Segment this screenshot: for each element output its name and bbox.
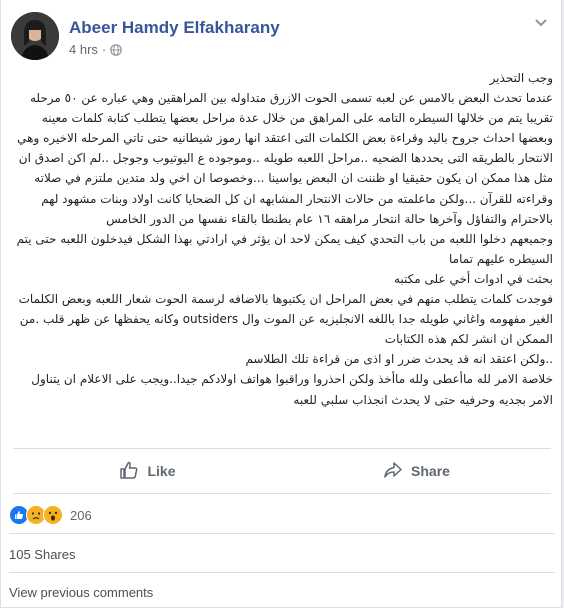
post-paragraph: وجميعهم دخلوا اللعبه من باب التحدي كيف ي… <box>16 231 553 266</box>
action-bar: Like Share <box>13 448 551 494</box>
divider <box>9 572 555 573</box>
post-header: Abeer Hamdy Elfakharany 4 hrs · <box>11 12 551 60</box>
post-paragraph: وجب التحذير <box>489 71 553 85</box>
author-name[interactable]: Abeer Hamdy Elfakharany <box>69 18 280 38</box>
share-arrow-icon <box>383 460 411 483</box>
like-label: Like <box>147 463 176 479</box>
post-paragraph: فوجدت كلمات يتطلب منهم في بعض المراحل ان… <box>18 292 553 347</box>
share-button[interactable]: Share <box>282 449 551 493</box>
post-paragraph: عندما تحدث البعض بالامس عن لعبه تسمى الح… <box>17 91 553 226</box>
chevron-down-icon[interactable] <box>531 12 551 32</box>
view-previous-comments-link[interactable]: View previous comments <box>9 585 153 600</box>
shares-count[interactable]: 105 Shares <box>9 547 76 562</box>
divider <box>9 533 555 534</box>
meta-separator: · <box>101 42 107 57</box>
reaction-summary[interactable]: 206 <box>9 505 92 525</box>
post-time[interactable]: 4 hrs <box>69 42 98 57</box>
post-paragraph: ..ولكن اعتقد انه قد يحدث ضرر او اذى من ق… <box>245 352 553 367</box>
post-card: Abeer Hamdy Elfakharany 4 hrs · وجب التح… <box>0 0 562 608</box>
share-label: Share <box>411 463 450 479</box>
post-paragraph: خلاصة الامر لله ماأعطى ولله ماأخذ ولكن ا… <box>31 372 553 407</box>
avatar[interactable] <box>11 12 59 60</box>
reaction-count[interactable]: 206 <box>70 508 92 523</box>
post-paragraph: بحثت في ادوات أخي على مكتبه <box>393 271 553 286</box>
thumbs-up-icon <box>119 460 147 483</box>
like-button[interactable]: Like <box>13 449 282 493</box>
wow-reaction-icon <box>43 505 63 525</box>
post-body: وجب التحذير عندما تحدث البعض بالامس عن ل… <box>13 68 553 410</box>
post-meta: 4 hrs · <box>69 42 123 57</box>
globe-icon <box>110 43 123 56</box>
